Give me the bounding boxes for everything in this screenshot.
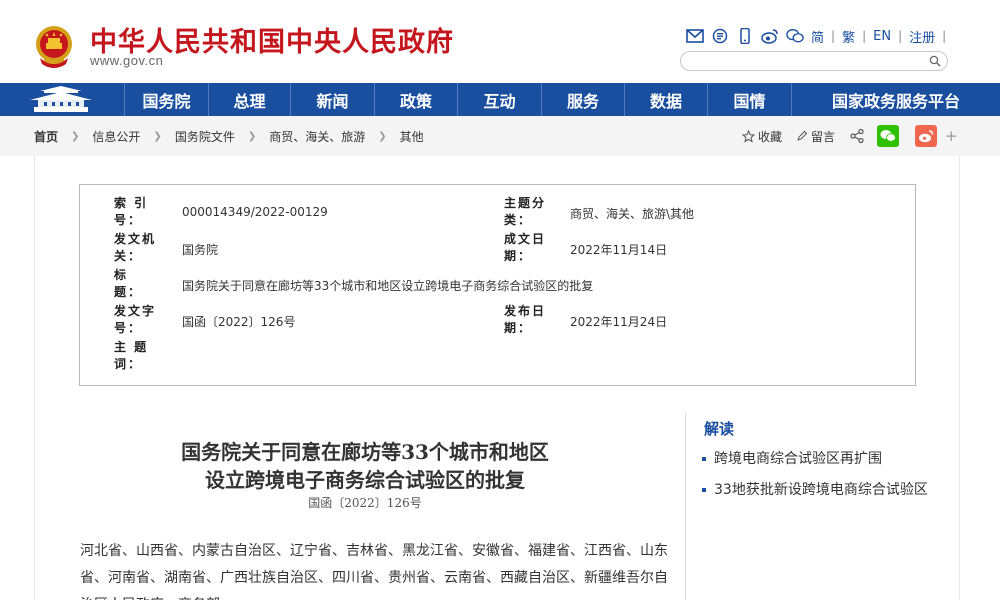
- register-link[interactable]: 注册: [909, 27, 935, 46]
- nav-data[interactable]: 数据: [624, 83, 707, 116]
- weibo-share-button[interactable]: [915, 125, 938, 147]
- nav-premier[interactable]: 总理: [208, 83, 290, 116]
- sidebar-item-interpretation-2[interactable]: 33地获批新设跨境电商综合试验区: [700, 475, 950, 506]
- nav-state-council[interactable]: 国务院: [124, 83, 208, 116]
- meta-row: 发文字号： 国函〔2022〕126号 发布日期： 2022年11月24日: [80, 303, 915, 339]
- breadcrumb-state-council-docs[interactable]: 国务院文件: [175, 128, 235, 145]
- lang-english[interactable]: EN: [873, 29, 891, 44]
- meta-value-index: 000014349/2022-00129: [182, 205, 328, 219]
- weibo-icon: [919, 130, 934, 143]
- chevron-right-icon: ❯: [153, 131, 162, 142]
- meta-value-published-date: 2022年11月24日: [570, 315, 668, 329]
- main-nav: 国务院 总理 新闻 政策 互动 服务 数据 国情 国家政务服务平台: [0, 83, 1000, 116]
- emblem-icon[interactable]: [34, 24, 74, 70]
- wechat-icon: [880, 130, 896, 142]
- weibo-icon[interactable]: [761, 28, 779, 44]
- rss-icon[interactable]: [711, 28, 729, 44]
- meta-label-index: 索 引 号：: [114, 196, 149, 227]
- nav-interaction[interactable]: 互动: [457, 83, 541, 116]
- meta-label-title: 标 题：: [114, 268, 157, 299]
- meta-label-published-date: 发布日期：: [504, 304, 547, 335]
- meta-value-doc-number: 国函〔2022〕126号: [182, 315, 296, 329]
- sidebar-divider: [685, 414, 686, 600]
- breadcrumb-other[interactable]: 其他: [400, 128, 424, 145]
- chevron-right-icon: ❯: [378, 131, 387, 142]
- sidebar-item-interpretation-1[interactable]: 跨境电商综合试验区再扩围: [700, 444, 950, 475]
- breadcrumb-info-disclosure[interactable]: 信息公开: [92, 128, 140, 145]
- meta-label-category: 主题分类：: [504, 196, 547, 227]
- document-meta-table: 索 引 号： 000014349/2022-00129 主题分类： 商贸、海关、…: [79, 184, 916, 386]
- meta-row: 标 题： 国务院关于同意在廊坊等33个城市和地区设立跨境电子商务综合试验区的批复: [80, 267, 915, 303]
- article-title-line-2: 设立跨境电子商务综合试验区的批复: [205, 468, 525, 492]
- tiananmen-icon: [30, 86, 92, 112]
- nav-national-info[interactable]: 国情: [707, 83, 791, 116]
- mobile-icon[interactable]: [736, 28, 754, 44]
- breadcrumb-bar: 首页 ❯ 信息公开 ❯ 国务院文件 ❯ 商贸、海关、旅游 ❯ 其他 收藏 留言 …: [0, 116, 1000, 156]
- wechat-icon[interactable]: [786, 28, 804, 44]
- nav-policy[interactable]: 政策: [374, 83, 457, 116]
- search-input[interactable]: [691, 54, 919, 68]
- comment-button[interactable]: 留言: [796, 128, 835, 145]
- meta-label-keywords: 主 题 词：: [114, 340, 149, 371]
- favorite-label: 收藏: [758, 129, 783, 144]
- meta-value-issuer: 国务院: [182, 243, 219, 257]
- breadcrumb: 首页 ❯ 信息公开 ❯ 国务院文件 ❯ 商贸、海关、旅游 ❯ 其他: [34, 128, 424, 145]
- meta-value-title: 国务院关于同意在廊坊等33个城市和地区设立跨境电子商务综合试验区的批复: [182, 279, 594, 293]
- nav-services[interactable]: 服务: [541, 83, 624, 116]
- search-box: [680, 51, 948, 71]
- mail-icon[interactable]: [686, 28, 704, 44]
- meta-label-issuer: 发文机关：: [114, 232, 157, 263]
- breadcrumb-home[interactable]: 首页: [34, 128, 58, 145]
- share-icon[interactable]: [849, 128, 865, 144]
- article-body: 河北省、山西省、内蒙古自治区、辽宁省、吉林省、黑龙江省、安徽省、福建省、江西省、…: [80, 543, 668, 600]
- site-url: www.gov.cn: [90, 53, 164, 68]
- header-tools: 简 | 繁 | EN | 注册 |: [686, 26, 946, 46]
- meta-row: 主 题 词：: [80, 339, 915, 375]
- chevron-right-icon: ❯: [247, 131, 257, 142]
- plus-icon[interactable]: +: [945, 127, 958, 145]
- meta-label-written-date: 成文日期：: [504, 232, 547, 263]
- site-header: 中华人民共和国中央人民政府 www.gov.cn 简 | 繁 | EN | 注册…: [0, 0, 1000, 83]
- meta-value-category: 商贸、海关、旅游\其他: [570, 207, 695, 221]
- sidebar-title: 解读: [704, 420, 735, 438]
- content-area: 索 引 号： 000014349/2022-00129 主题分类： 商贸、海关、…: [34, 156, 960, 600]
- meta-row: 发文机关： 国务院 成文日期： 2022年11月14日: [80, 231, 915, 267]
- meta-row: 索 引 号： 000014349/2022-00129 主题分类： 商贸、海关、…: [80, 195, 915, 231]
- nav-gov-service-platform[interactable]: 国家政务服务平台: [791, 83, 1000, 116]
- pencil-icon: [797, 130, 808, 141]
- wechat-share-button[interactable]: [877, 125, 900, 147]
- favorite-button[interactable]: 收藏: [742, 128, 782, 145]
- nav-news[interactable]: 新闻: [290, 83, 374, 116]
- chevron-right-icon: ❯: [71, 131, 80, 142]
- meta-value-written-date: 2022年11月14日: [570, 243, 668, 257]
- star-icon: [742, 129, 755, 143]
- nav-home-logo[interactable]: [0, 83, 124, 116]
- sidebar-list: 跨境电商综合试验区再扩围 33地获批新设跨境电商综合试验区: [700, 444, 950, 506]
- article-doc-number: 国函〔2022〕126号: [308, 496, 422, 510]
- breadcrumb-trade-customs-tourism[interactable]: 商贸、海关、旅游: [269, 128, 365, 145]
- lang-simplified[interactable]: 简: [811, 27, 824, 46]
- comment-label: 留言: [811, 129, 836, 144]
- search-icon[interactable]: [929, 55, 941, 67]
- share-toolbar: 收藏 留言 +: [742, 125, 958, 147]
- article-title-line-1: 国务院关于同意在廊坊等33个城市和地区: [181, 440, 549, 464]
- meta-label-doc-number: 发文字号：: [114, 304, 157, 335]
- lang-traditional[interactable]: 繁: [842, 27, 855, 46]
